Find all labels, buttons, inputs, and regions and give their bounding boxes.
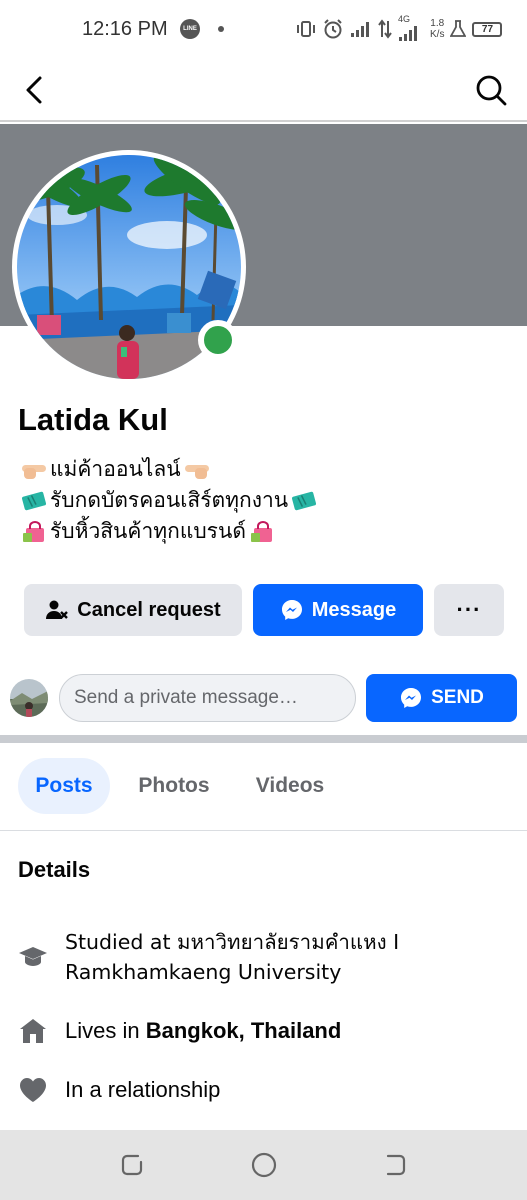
lives-prefix: Lives in — [65, 1018, 146, 1043]
system-navigation-bar — [0, 1130, 527, 1200]
status-bar: 12:16 PM LINE 4G 1.8 K/s 77 — [0, 0, 527, 58]
signal-icon — [351, 22, 369, 37]
messenger-icon — [401, 688, 422, 708]
bio-text: แม่ค้าออนไลน์ — [50, 457, 181, 481]
profile-bio: แม่ค้าออนไลน์ รับกดบัตรคอนเสิร์ตทุกงาน ร… — [18, 454, 320, 547]
search-icon — [476, 75, 507, 106]
point-right-emoji-icon — [22, 464, 46, 479]
profile-picture[interactable] — [12, 150, 246, 384]
battery-icon: 77 — [472, 21, 503, 37]
back-nav-button[interactable] — [380, 1150, 410, 1180]
vibrate-icon — [297, 21, 315, 37]
recent-apps-button[interactable] — [118, 1150, 148, 1180]
battery-level: 77 — [481, 23, 494, 35]
detail-education[interactable]: Studied at มหาวิทยาลัยรามคำแหง I Ramkham… — [18, 927, 485, 987]
bio-line: แม่ค้าออนไลน์ — [18, 454, 320, 485]
top-nav — [0, 58, 527, 122]
bio-text: รับกดบัตรคอนเสิร์ตทุกงาน — [50, 488, 289, 512]
home-icon — [20, 1019, 46, 1043]
send-label: SEND — [431, 687, 484, 708]
my-avatar — [10, 679, 48, 717]
lives-place[interactable]: Bangkok, Thailand — [146, 1018, 342, 1043]
data-transfer-icon — [378, 19, 392, 39]
shopping-bag-emoji-icon — [250, 520, 272, 542]
cancel-friend-request-icon — [46, 600, 69, 619]
network-speed: 1.8 K/s — [430, 18, 444, 40]
speed-value: 1.8 — [430, 18, 445, 29]
speed-unit: K/s — [430, 29, 445, 40]
education-text: Studied at มหาวิทยาลัยรามคำแหง I Ramkham… — [65, 930, 400, 984]
tab-photos[interactable]: Photos — [122, 758, 226, 814]
back-button[interactable] — [18, 72, 54, 108]
tab-posts[interactable]: Posts — [18, 758, 110, 814]
cancel-request-label: Cancel request — [77, 598, 221, 621]
signal-4g-icon: 4G — [398, 14, 424, 42]
ticket-emoji-icon — [292, 491, 317, 510]
tab-videos[interactable]: Videos — [238, 758, 342, 814]
bio-text: รับหิ้วสินค้าทุกแบรนด์ — [50, 519, 246, 543]
heart-icon — [20, 1078, 46, 1102]
graduation-cap-icon — [19, 947, 47, 966]
online-status-indicator — [198, 320, 238, 360]
detail-lives-in[interactable]: Lives in Bangkok, Thailand — [18, 1016, 341, 1046]
alarm-icon — [324, 19, 342, 39]
ticket-emoji-icon — [22, 491, 46, 510]
status-icons: 4G 1.8 K/s 77 — [296, 14, 503, 42]
detail-relationship[interactable]: In a relationship — [18, 1075, 220, 1105]
send-button[interactable]: SEND — [366, 674, 517, 722]
lives-in-text: Lives in Bangkok, Thailand — [65, 1016, 341, 1046]
bio-line: รับหิ้วสินค้าทุกแบรนด์ — [18, 516, 320, 547]
more-dots-icon: ··· — [456, 597, 482, 622]
search-button[interactable] — [473, 72, 509, 108]
shopping-bag-emoji-icon — [23, 520, 44, 542]
tabs-divider — [0, 830, 527, 831]
home-circle-icon — [251, 1152, 277, 1178]
chevron-left-icon — [26, 76, 42, 104]
home-button[interactable] — [249, 1150, 279, 1180]
relationship-text: In a relationship — [65, 1077, 221, 1102]
status-time: 12:16 PM — [82, 18, 168, 40]
private-message-input[interactable] — [59, 674, 356, 722]
network-type: 4G — [398, 14, 411, 24]
line-app-icon: LINE — [180, 19, 200, 39]
back-nav-icon — [386, 1154, 406, 1176]
cancel-request-button[interactable]: Cancel request — [24, 584, 242, 636]
notification-dot-icon — [218, 26, 224, 32]
messenger-icon — [281, 600, 302, 620]
message-button[interactable]: Message — [253, 584, 423, 636]
section-divider — [0, 735, 527, 743]
flask-icon — [450, 20, 467, 37]
profile-name: Latida Kul — [18, 402, 168, 437]
message-label: Message — [311, 598, 397, 621]
bio-line: รับกดบัตรคอนเสิร์ตทุกงาน — [18, 485, 320, 516]
profile-actions: Cancel request Message ··· — [24, 584, 504, 636]
more-options-button[interactable]: ··· — [434, 584, 504, 636]
point-left-emoji-icon — [184, 464, 209, 479]
details-heading: Details — [18, 857, 91, 882]
recent-apps-icon — [121, 1154, 143, 1176]
